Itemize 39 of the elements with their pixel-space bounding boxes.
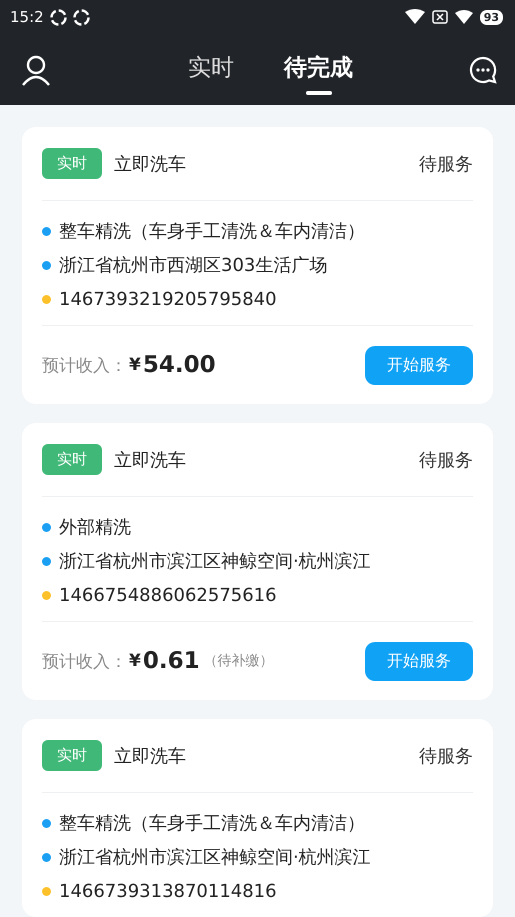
order-detail: 1467393219205795840 bbox=[59, 288, 277, 310]
income-label: 预计收入： bbox=[42, 650, 127, 672]
order-detail: 浙江省杭州市滨江区神鲸空间·杭州滨江 bbox=[59, 550, 371, 573]
order-detail: 1466754886062575616 bbox=[59, 584, 277, 606]
signal-icon bbox=[454, 9, 474, 25]
order-card[interactable]: 实时 立即洗车 待服务 整车精洗（车身手工清洗＆车内清洁） 浙江省杭州市西湖区303生活广场 1467393219205795840 预计收入：¥54.00 开始服务 bbox=[22, 127, 493, 404]
order-card[interactable]: 实时 立即洗车 待服务 外部精洗 浙江省杭州市滨江区神鲸空间·杭州滨江 1466754886062575616 预计收入：¥0.61 （待补缴） 开始服务 bbox=[22, 423, 493, 700]
sync-icon bbox=[50, 8, 67, 26]
sync-icon bbox=[72, 8, 90, 26]
message-icon[interactable] bbox=[469, 56, 497, 84]
order-detail: 1466739313870114816 bbox=[59, 880, 277, 902]
wifi-icon bbox=[404, 9, 426, 25]
order-card[interactable]: 实时 立即洗车 待服务 整车精洗（车身手工清洗＆车内清洁） 浙江省杭州市滨江区神鲸空间·杭州滨江 1466739313870114816 bbox=[22, 719, 493, 917]
order-detail: 整车精洗（车身手工清洗＆车内清洁） bbox=[59, 812, 365, 835]
realtime-tag: 实时 bbox=[42, 148, 102, 179]
order-detail: 浙江省杭州市西湖区303生活广场 bbox=[59, 254, 328, 277]
income-label: 预计收入： bbox=[42, 354, 127, 376]
order-status: 待服务 bbox=[419, 152, 473, 176]
payment-note: （待补缴） bbox=[204, 652, 274, 670]
realtime-tag: 实时 bbox=[42, 740, 102, 771]
order-type: 立即洗车 bbox=[114, 744, 187, 768]
order-status: 待服务 bbox=[419, 744, 473, 768]
realtime-tag: 实时 bbox=[42, 444, 102, 475]
income-amount: 0.61 bbox=[142, 648, 200, 674]
order-type: 立即洗车 bbox=[114, 448, 187, 472]
order-detail: 整车精洗（车身手工清洗＆车内清洁） bbox=[59, 220, 365, 243]
tab[interactable]: 待完成 bbox=[284, 52, 353, 95]
profile-icon[interactable] bbox=[20, 54, 52, 86]
income-amount: 54.00 bbox=[142, 352, 216, 378]
order-detail: 外部精洗 bbox=[59, 516, 131, 539]
currency-sign: ¥ bbox=[129, 355, 141, 375]
order-type: 立即洗车 bbox=[114, 152, 187, 176]
order-status: 待服务 bbox=[419, 448, 473, 472]
order-detail: 浙江省杭州市滨江区神鲸空间·杭州滨江 bbox=[59, 846, 371, 869]
currency-sign: ¥ bbox=[129, 651, 141, 671]
battery-level: 93 bbox=[480, 10, 503, 24]
tab[interactable]: 实时 bbox=[188, 52, 234, 95]
clock: 15:2 bbox=[10, 8, 44, 26]
sim-icon bbox=[432, 10, 448, 24]
